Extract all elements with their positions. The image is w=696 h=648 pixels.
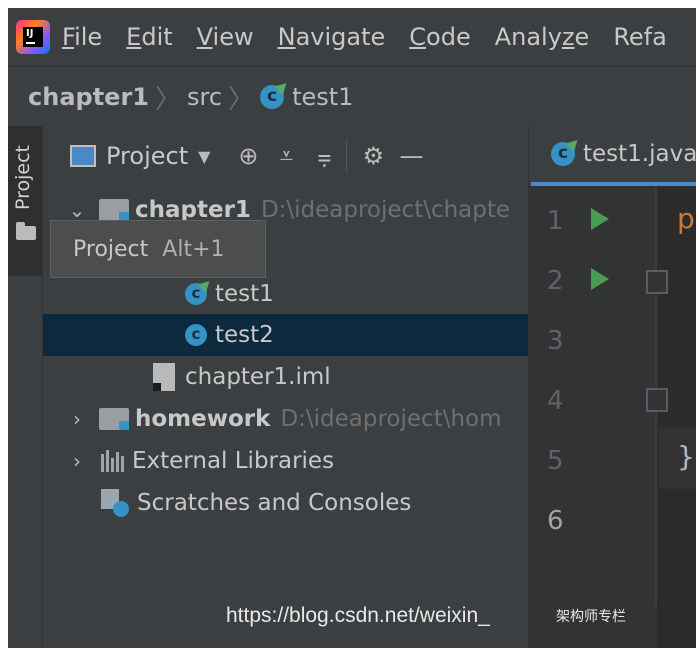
run-icon[interactable] bbox=[591, 268, 609, 290]
tree-item-test1[interactable]: test1 bbox=[43, 273, 528, 315]
gear-icon[interactable]: ⚙ bbox=[357, 142, 389, 170]
menu-view[interactable]: View bbox=[197, 23, 254, 51]
tooltip-shortcut: Alt+1 bbox=[162, 236, 225, 262]
module-folder-icon bbox=[99, 408, 129, 430]
chevron-right-icon[interactable]: › bbox=[67, 407, 87, 431]
java-class-icon bbox=[185, 283, 207, 305]
tree-item-path: D:\ideaproject\chapte bbox=[260, 197, 511, 223]
code-text: } bbox=[677, 440, 695, 473]
watermark-url: https://blog.csdn.net/weixin_ bbox=[226, 604, 490, 627]
tree-item-label: homework bbox=[135, 406, 271, 432]
tree-item-test2[interactable]: test2 bbox=[43, 314, 528, 356]
menu-bar: IJ File Edit View Navigate Code Analyze … bbox=[8, 8, 696, 66]
editor-area: test1.java 1 2 3 4 5 6 p } bbox=[528, 126, 696, 648]
scratches-icon bbox=[101, 489, 129, 517]
tooltip-label: Project bbox=[73, 236, 149, 262]
chevron-down-icon[interactable]: ▼ bbox=[198, 147, 210, 166]
tree-item-label: External Libraries bbox=[132, 448, 335, 474]
watermark-brand: 架构师专栏 bbox=[556, 609, 626, 625]
minimize-icon[interactable]: — bbox=[395, 142, 427, 170]
breadcrumb-file[interactable]: test1 bbox=[292, 83, 353, 111]
tree-item-external-libraries[interactable]: › External Libraries bbox=[43, 440, 528, 482]
breadcrumb-separator-icon: 〉 bbox=[154, 84, 181, 115]
expand-all-icon[interactable]: ⩡ bbox=[270, 142, 302, 170]
chevron-down-icon[interactable]: ⌄ bbox=[67, 198, 87, 222]
menu-analyze[interactable]: Analyze bbox=[495, 23, 590, 51]
project-view-selector[interactable]: Project bbox=[106, 142, 188, 170]
tree-item-label: Scratches and Consoles bbox=[137, 490, 412, 516]
breadcrumb-separator-icon: 〉 bbox=[228, 84, 255, 115]
tree-item-path: D:\ideaproject\hom bbox=[280, 406, 502, 432]
editor-tab-test1[interactable]: test1.java bbox=[531, 126, 696, 182]
menu-edit[interactable]: Edit bbox=[126, 23, 172, 51]
line-number: 6 bbox=[547, 506, 564, 536]
libraries-icon bbox=[101, 450, 124, 472]
project-toolbar: Project ▼ ⊕ ⩡ ⩦ ⚙ — bbox=[43, 126, 528, 186]
intellij-logo-icon: IJ bbox=[16, 20, 50, 54]
collapse-all-icon[interactable]: ⩦ bbox=[308, 142, 340, 170]
tree-item-label: test2 bbox=[215, 322, 274, 348]
editor-tab-label: test1.java bbox=[583, 141, 696, 167]
project-panel: Project ▼ ⊕ ⩡ ⩦ ⚙ — ⌄ chapter1 D:\ideapr… bbox=[43, 126, 528, 648]
tree-item-homework[interactable]: › homework D:\ideaproject\hom bbox=[43, 398, 528, 440]
project-view-icon bbox=[70, 145, 96, 167]
fold-marker-icon[interactable] bbox=[646, 270, 668, 294]
line-number: 2 bbox=[547, 266, 564, 296]
tree-item-label: chapter1.iml bbox=[185, 364, 331, 390]
ide-window: IJ File Edit View Navigate Code Analyze … bbox=[8, 8, 696, 648]
breadcrumb: chapter1 〉 src 〉 test1 bbox=[8, 66, 696, 128]
project-tool-tab[interactable]: Project bbox=[8, 126, 42, 276]
line-number: 3 bbox=[547, 326, 564, 356]
tree-item-scratches[interactable]: Scratches and Consoles bbox=[43, 482, 528, 524]
menu-file[interactable]: File bbox=[62, 23, 102, 51]
breadcrumb-folder[interactable]: src bbox=[187, 83, 222, 111]
java-class-icon bbox=[260, 85, 285, 109]
left-tool-strip: Project bbox=[8, 126, 43, 648]
chevron-right-icon[interactable]: › bbox=[67, 449, 87, 473]
folder-icon bbox=[16, 222, 36, 240]
menu-code[interactable]: Code bbox=[409, 23, 470, 51]
locate-icon[interactable]: ⊕ bbox=[232, 142, 264, 170]
project-tool-tab-label: Project bbox=[12, 144, 34, 210]
fold-marker-icon[interactable] bbox=[646, 388, 668, 412]
editor-tab-bar: test1.java bbox=[529, 126, 696, 187]
menu-navigate[interactable]: Navigate bbox=[278, 23, 386, 51]
line-number: 4 bbox=[547, 386, 564, 416]
tree-item-chapter1-iml[interactable]: chapter1.iml bbox=[43, 356, 528, 398]
line-number: 1 bbox=[547, 206, 564, 236]
code-text: p bbox=[677, 202, 695, 235]
line-number: 5 bbox=[547, 446, 564, 476]
module-folder-icon bbox=[99, 199, 129, 221]
tree-item-label: test1 bbox=[215, 281, 274, 307]
editor-gutter: 1 2 3 4 5 6 bbox=[529, 186, 668, 648]
java-class-icon bbox=[551, 142, 575, 166]
run-icon[interactable] bbox=[591, 208, 609, 230]
tooltip: Project Alt+1 bbox=[50, 220, 266, 278]
iml-file-icon bbox=[153, 363, 175, 391]
toolbar-divider bbox=[346, 139, 348, 173]
breadcrumb-project[interactable]: chapter1 bbox=[28, 83, 149, 111]
java-class-icon bbox=[185, 324, 207, 346]
menu-refactor[interactable]: Refa bbox=[613, 23, 667, 51]
